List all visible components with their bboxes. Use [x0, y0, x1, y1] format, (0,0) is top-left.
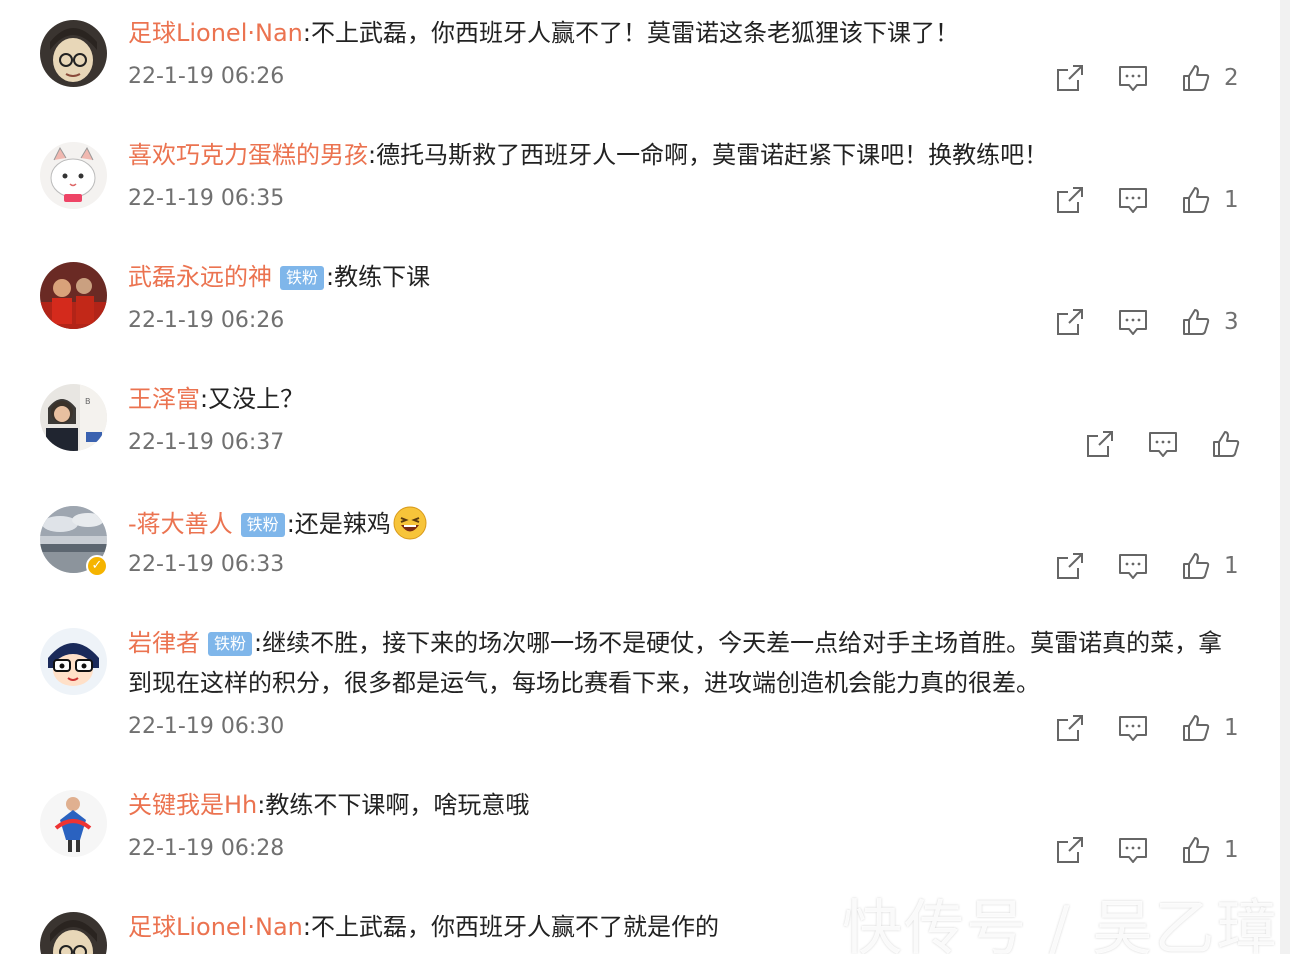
comment-item: 岩律者 铁粉:继续不胜，接下来的场次哪一场不是硬仗，今天差一点给对手主场首胜。莫雷…	[0, 610, 1280, 770]
laughing-emoji-icon	[393, 506, 427, 540]
comment-text: :教练不下课啊，啥玩意哦	[257, 791, 530, 819]
comment-item: 武磊永远的神 铁粉:教练下课 22-1-19 06:26 3	[0, 244, 1280, 364]
comment-line: 岩律者 铁粉:继续不胜，接下来的场次哪一场不是硬仗，今天差一点给对手主场首胜。莫雷…	[128, 628, 1222, 658]
comment-line: 足球Lionel·Nan:不上武磊，你西班牙人赢不了就是作的	[128, 912, 719, 942]
comment-actions: 3	[0, 307, 1280, 337]
like-count: 1	[1224, 715, 1239, 741]
comment-icon[interactable]	[1118, 307, 1148, 337]
thumbs-up-icon[interactable]	[1181, 63, 1211, 93]
comment-item: 关键我是Hh:教练不下课啊，啥玩意哦 22-1-19 06:28 1	[0, 772, 1280, 892]
comment-actions: 1	[0, 713, 1280, 743]
comment-actions: 1	[0, 835, 1280, 865]
comment-item: B 王泽富:又没上？ 22-1-19 06:37	[0, 366, 1280, 486]
comment-line: 王泽富:又没上？	[128, 384, 304, 414]
comment-text: :不上武磊，你西班牙人赢不了！莫雷诺这条老狐狸该下课了！	[302, 19, 959, 47]
detective-avatar[interactable]	[40, 912, 107, 954]
username-link[interactable]: 岩律者	[128, 629, 200, 657]
comment-item: 喜欢巧克力蛋糕的男孩:德托马斯救了西班牙人一命啊，莫雷诺赶紧下课吧！换教练吧！ …	[0, 122, 1280, 242]
comment-text: :教练下课	[326, 263, 431, 291]
comment-actions: 2	[0, 63, 1280, 93]
comment-text: :不上武磊，你西班牙人赢不了就是作的	[302, 913, 719, 941]
comment-item: ✓ -蒋大善人 铁粉:还是辣鸡 22-1-19 06:33 1	[0, 488, 1280, 608]
thumbs-up-icon[interactable]	[1181, 713, 1211, 743]
like-count: 1	[1224, 553, 1239, 579]
cartoon-avatar[interactable]	[40, 628, 107, 695]
comment-icon[interactable]	[1118, 551, 1148, 581]
comment-text: :继续不胜，接下来的场次哪一场不是硬仗，今天差一点给对手主场首胜。莫雷诺真的菜，…	[254, 629, 1223, 657]
comment-actions	[0, 429, 1280, 459]
comment-text-continued: 到现在这样的积分，很多都是运气，每场比赛看下来，进攻端创造机会能力真的很差。	[128, 669, 1040, 697]
comment-text: :又没上？	[200, 385, 305, 413]
fan-badge[interactable]: 铁粉	[240, 513, 285, 537]
fan-badge[interactable]: 铁粉	[208, 632, 253, 656]
share-icon[interactable]	[1085, 429, 1115, 459]
like-count: 3	[1224, 309, 1239, 335]
like-count: 1	[1224, 837, 1239, 863]
comment-icon[interactable]	[1118, 63, 1148, 93]
comment-line: 关键我是Hh:教练不下课啊，啥玩意哦	[128, 790, 529, 820]
share-icon[interactable]	[1055, 551, 1085, 581]
comment-icon[interactable]	[1118, 185, 1148, 215]
watermark: 快传号 / 吴乙璋	[842, 894, 1279, 954]
thumbs-up-icon[interactable]	[1181, 307, 1211, 337]
username-link[interactable]: -蒋大善人	[128, 510, 233, 538]
share-icon[interactable]	[1055, 185, 1085, 215]
thumbs-up-icon[interactable]	[1181, 835, 1211, 865]
comment-line: -蒋大善人 铁粉:还是辣鸡	[128, 506, 427, 540]
svg-text:B: B	[85, 397, 91, 406]
thumbs-up-icon[interactable]	[1181, 185, 1211, 215]
comment-line: 足球Lionel·Nan:不上武磊，你西班牙人赢不了！莫雷诺这条老狐狸该下课了！	[128, 18, 959, 48]
username-link[interactable]: 关键我是Hh	[128, 791, 257, 819]
username-link[interactable]: 王泽富	[128, 385, 200, 413]
comment-feed: 足球Lionel·Nan:不上武磊，你西班牙人赢不了！莫雷诺这条老狐狸该下课了！…	[0, 0, 1290, 954]
like-count: 2	[1224, 65, 1239, 91]
share-icon[interactable]	[1055, 713, 1085, 743]
comment-text: :德托马斯救了西班牙人一命啊，莫雷诺赶紧下课吧！换教练吧！	[368, 141, 1049, 169]
scrollbar-track[interactable]	[1280, 0, 1290, 954]
share-icon[interactable]	[1055, 63, 1085, 93]
comment-actions: 1	[0, 185, 1280, 215]
thumbs-up-icon[interactable]	[1181, 551, 1211, 581]
share-icon[interactable]	[1055, 835, 1085, 865]
username-link[interactable]: 足球Lionel·Nan	[128, 913, 303, 941]
comment-icon[interactable]	[1118, 835, 1148, 865]
comment-line: 武磊永远的神 铁粉:教练下课	[128, 262, 430, 292]
fan-badge[interactable]: 铁粉	[280, 266, 325, 290]
thumbs-up-icon[interactable]	[1211, 429, 1241, 459]
comment-icon[interactable]	[1148, 429, 1178, 459]
username-link[interactable]: 武磊永远的神	[128, 263, 272, 291]
comment-text: :还是辣鸡	[286, 510, 391, 538]
comment-item: 足球Lionel·Nan:不上武磊，你西班牙人赢不了！莫雷诺这条老狐狸该下课了！…	[0, 0, 1280, 120]
comment-actions: 1	[0, 551, 1280, 581]
like-count: 1	[1224, 187, 1239, 213]
share-icon[interactable]	[1055, 307, 1085, 337]
username-link[interactable]: 足球Lionel·Nan	[128, 19, 303, 47]
comment-line: 喜欢巧克力蛋糕的男孩:德托马斯救了西班牙人一命啊，莫雷诺赶紧下课吧！换教练吧！	[128, 140, 1048, 170]
username-link[interactable]: 喜欢巧克力蛋糕的男孩	[128, 141, 368, 169]
comment-icon[interactable]	[1118, 713, 1148, 743]
